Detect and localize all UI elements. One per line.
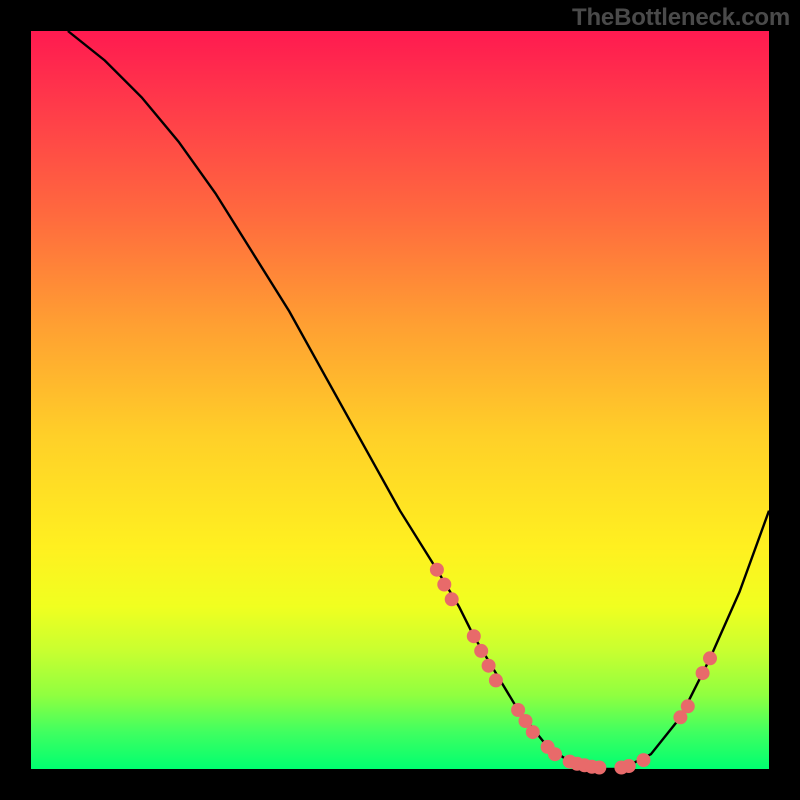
curve-marker [548, 747, 562, 761]
bottleneck-curve-svg [31, 31, 769, 769]
curve-marker [622, 759, 636, 773]
watermark-text: TheBottleneck.com [572, 4, 790, 32]
curve-marker [474, 644, 488, 658]
curve-marker [467, 629, 481, 643]
curve-marker [430, 563, 444, 577]
plot-area [31, 31, 769, 769]
bottleneck-curve-path [68, 31, 769, 769]
chart-frame: TheBottleneck.com [0, 0, 800, 800]
curve-marker [482, 659, 496, 673]
curve-marker [437, 578, 451, 592]
curve-marker [637, 753, 651, 767]
curve-marker [696, 666, 710, 680]
curve-marker [703, 651, 717, 665]
curve-marker [489, 673, 503, 687]
curve-markers-group [430, 563, 717, 775]
curve-marker [526, 725, 540, 739]
curve-marker [592, 761, 606, 775]
curve-marker [681, 699, 695, 713]
curve-marker [445, 592, 459, 606]
